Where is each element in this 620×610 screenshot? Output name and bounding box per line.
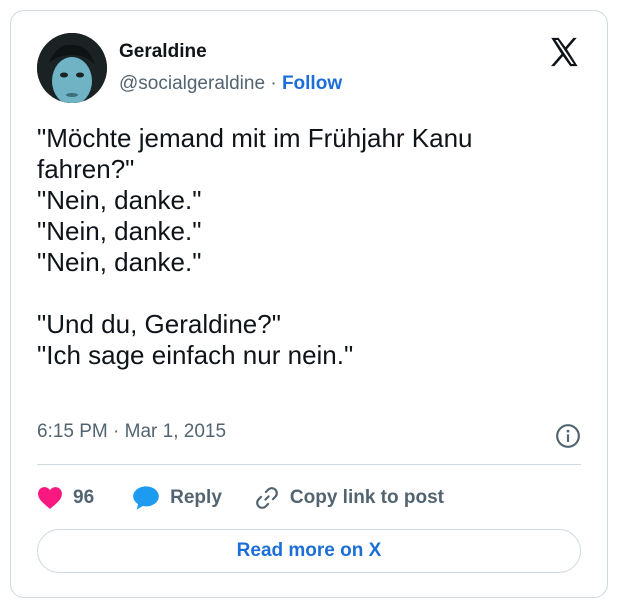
divider bbox=[37, 464, 581, 465]
copy-link-label: Copy link to post bbox=[289, 487, 444, 508]
reply-label: Reply bbox=[170, 487, 222, 508]
speech-bubble-icon bbox=[133, 486, 159, 510]
follow-button[interactable]: Follow bbox=[282, 73, 342, 94]
tweet-text: "Möchte jemand mit im Frühjahr Kanu fahr… bbox=[37, 123, 473, 370]
link-icon bbox=[256, 487, 278, 509]
heart-icon bbox=[38, 487, 62, 509]
tweet-timestamp[interactable]: 6:15 PM · Mar 1, 2015 bbox=[37, 421, 226, 443]
tweet-card: Geraldine @socialgeraldine · Follow "Möc… bbox=[10, 10, 608, 598]
reply-button[interactable]: Reply bbox=[132, 485, 222, 511]
action-bar: 96 Reply Copy link to post bbox=[37, 483, 444, 513]
read-more-button[interactable]: Read more on X bbox=[37, 529, 581, 573]
copy-link-button[interactable]: Copy link to post bbox=[254, 485, 444, 511]
author-handle[interactable]: @socialgeraldine bbox=[119, 73, 265, 94]
author-handle-row: @socialgeraldine · Follow bbox=[119, 73, 342, 95]
avatar[interactable] bbox=[37, 33, 107, 103]
separator-dot: · bbox=[270, 73, 277, 94]
author-name[interactable]: Geraldine bbox=[119, 41, 207, 63]
like-count: 96 bbox=[73, 487, 95, 508]
info-icon[interactable] bbox=[555, 423, 581, 449]
like-button[interactable]: 96 bbox=[37, 486, 94, 510]
x-logo-icon[interactable] bbox=[547, 35, 581, 69]
